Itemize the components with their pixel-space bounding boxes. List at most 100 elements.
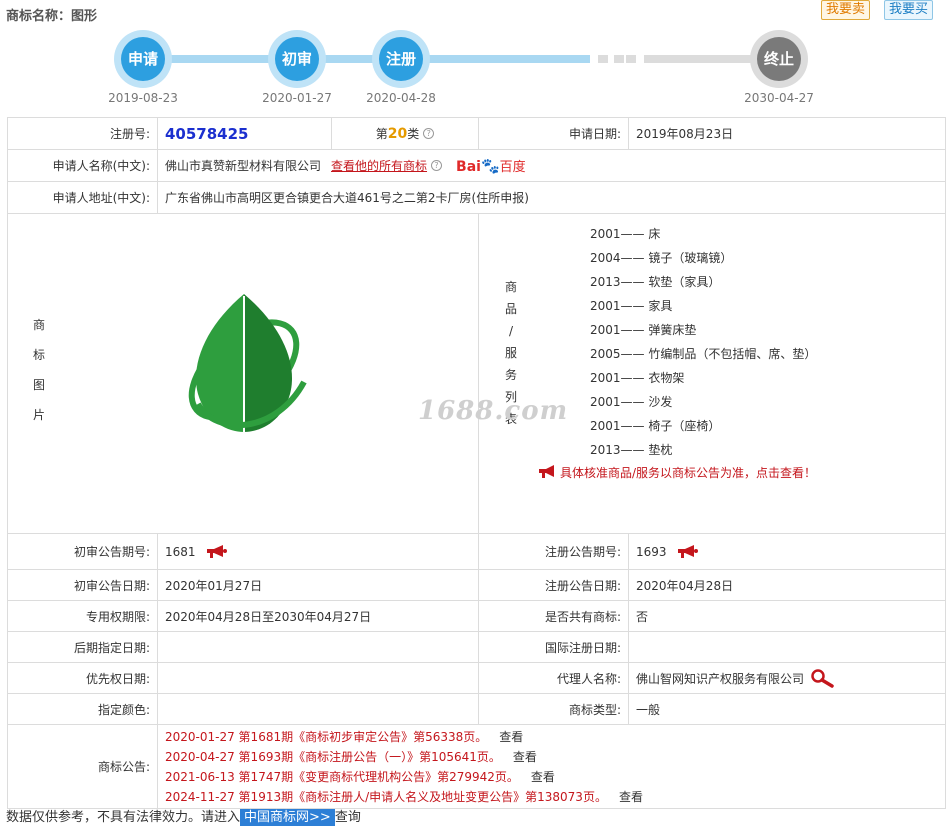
image-label-char: 商 [32,318,45,332]
notices-label: 商标公告: [8,725,158,808]
sell-button[interactable]: 我要卖 [821,0,871,20]
priority-value [158,663,479,693]
address-value: 广东省佛山市高明区更合镇更合大道461号之二第2卡厂房(住所申报) [165,191,529,205]
goods-item: 2001—— 床 [590,227,661,241]
notice-item: 2020-04-27 第1693期《商标注册公告（一）》第105641页。 查看 [165,747,537,767]
applicant-value: 佛山市真赞新型材料有限公司 [165,159,322,173]
goods-item: 2001—— 沙发 [590,395,673,409]
page-title: 商标名称：图形 [6,9,98,24]
timeline-node-prelim: 初审 [268,30,326,88]
help-icon[interactable]: ? [431,160,443,171]
reg-notice-no-cell: 1693 [629,534,945,569]
notice-text: 2020-01-27 第1681期《商标初步审定公告》第56338页。 [165,729,488,744]
notice-item: 2024-11-27 第1913期《商标注册人/申请人名义及地址变更公告》第13… [165,787,643,807]
goods-item: 2005—— 竹编制品（不包括帽、席、垫） [590,347,817,361]
shared-label: 是否共有商标: [479,601,629,631]
class-number: 20 [387,125,408,142]
megaphone-icon[interactable] [677,544,699,559]
search-icon[interactable] [810,668,834,688]
row-notice-date: 初审公告日期: 2020年01月27日 注册公告日期: 2020年04月28日 [8,570,945,601]
prelim-no-cell: 1681 [158,534,479,569]
baidu-logo-text: Bai [456,159,481,175]
notice-text: 2020-04-27 第1693期《商标注册公告（一）》第105641页。 [165,749,501,764]
prelim-date-value: 2020年01月27日 [158,570,479,600]
row-exclusive: 专用权期限: 2020年04月28日至2030年04月27日 是否共有商标: 否 [8,601,945,632]
megaphone-icon[interactable] [206,544,228,559]
goods-list: 2001—— 床 2004—— 镜子（玻璃镜） 2013—— 软垫（家具） 20… [590,222,816,462]
apply-date-label: 申请日期: [479,118,629,149]
trademark-info-table: 注册号: 40578425 第 20 类 ? 申请日期: 2019年08月23日 申… [7,117,946,809]
prelim-date-label: 初审公告日期: [8,570,158,600]
baidu-paw-icon: 🐾 [480,157,500,175]
class-suffix: 类 [407,127,420,141]
timeline-node-label: 申请 [121,37,165,81]
goods-item: 2001—— 椅子（座椅） [590,419,721,433]
buy-button[interactable]: 我要买 [884,0,934,20]
reg-notice-date-value: 2020年04月28日 [636,578,734,593]
intl-value [629,632,945,662]
later-label: 后期指定日期: [8,632,158,662]
notice-view-link[interactable]: 查看 [619,790,643,804]
reg-no-value: 40578425 [165,124,249,143]
reg-no-label: 注册号: [8,118,158,149]
type-label: 商标类型: [479,694,629,724]
image-label: 商 标 图 片 [32,310,46,430]
color-value [158,694,479,724]
later-value [158,632,479,662]
image-label-char: 图 [32,378,45,392]
timeline-progress-line [145,55,590,63]
reg-no-cell: 40578425 [158,118,332,149]
agent-label: 代理人名称: [479,663,629,693]
timeline-date: 2020-04-28 [366,91,436,105]
type-value: 一般 [636,702,661,717]
megaphone-icon [539,465,554,478]
disclaimer-suffix: 查询 [334,810,361,825]
ctmo-link[interactable]: 中国商标网>> [240,809,335,826]
notice-view-link[interactable]: 查看 [513,750,537,764]
row-address: 申请人地址(中文): 广东省佛山市高明区更合镇更合大道461号之二第2卡厂房(住… [8,182,945,214]
reg-notice-no-label: 注册公告期号: [479,534,629,569]
disclaimer: 数据仅供参考，不具有法律效力。请进入 中国商标网>> 查询 [6,806,361,826]
timeline-node-registered: 注册 [372,30,430,88]
goods-item: 2004—— 镜子（玻璃镜） [590,251,733,265]
trademark-leaf-logo [188,294,307,432]
help-icon[interactable]: ? [423,128,435,139]
all-trademarks-link[interactable]: 查看他的所有商标 [331,157,427,174]
color-label: 指定颜色: [8,694,158,724]
image-label-char: 标 [32,348,45,362]
timeline-dash [626,55,636,63]
reg-notice-no-value: 1693 [636,544,667,559]
trademark-image-cell: 商 标 图 片 [8,214,479,533]
baidu-search-link[interactable]: Bai🐾百度 [456,156,526,175]
row-applicant: 申请人名称(中文): 佛山市真赞新型材料有限公司 查看他的所有商标 ? Bai🐾… [8,150,945,182]
goods-label-char: 务 [504,368,517,382]
apply-date-value: 2019年08月23日 [636,127,734,141]
row-color: 指定颜色: 商标类型: 一般 [8,694,945,725]
notice-item: 2021-06-13 第1747期《变更商标代理机构公告》第279942页。 查看 [165,767,555,787]
shared-value: 否 [636,609,649,624]
notice-view-link[interactable]: 查看 [531,770,555,784]
notice-text: 2021-06-13 第1747期《变更商标代理机构公告》第279942页。 [165,769,519,784]
goods-item: 2013—— 垫枕 [590,443,673,457]
exclusive-label: 专用权期限: [8,601,158,631]
agent-cell: 佛山智网知识产权服务有限公司 [629,663,945,693]
notice-text: 2024-11-27 第1913期《商标注册人/申请人名义及地址变更公告》第13… [165,789,607,804]
row-notices: 商标公告: 2020-01-27 第1681期《商标初步审定公告》第56338页… [8,725,945,808]
goods-item: 2013—— 软垫（家具） [590,275,721,289]
notice-view-link[interactable]: 查看 [499,730,523,744]
goods-item: 2001—— 弹簧床垫 [590,323,697,337]
watermark: 1688.com [418,396,569,426]
exclusive-value: 2020年04月28日至2030年04月27日 [158,601,479,631]
intl-label: 国际注册日期: [479,632,629,662]
prelim-no-label: 初审公告期号: [8,534,158,569]
row-image-goods: 商 标 图 片 商 品 / 服 务 列 表 2001—— 床 2004—— 镜子… [8,214,945,534]
applicant-cell: 佛山市真赞新型材料有限公司 查看他的所有商标 ? Bai🐾百度 [158,150,945,181]
goods-note-link[interactable]: 具体核准商品/服务以商标公告为准，点击查看！ [538,464,816,481]
reg-notice-date-label: 注册公告日期: [479,570,629,600]
goods-label-char: 商 [504,280,517,294]
class-cell: 第 20 类 ? [332,118,479,149]
timeline-date: 2019-08-23 [108,91,178,105]
prelim-no-value: 1681 [165,544,196,559]
goods-label-char: 品 [504,302,517,316]
disclaimer-text: 数据仅供参考，不具有法律效力。请进入 [6,810,241,825]
